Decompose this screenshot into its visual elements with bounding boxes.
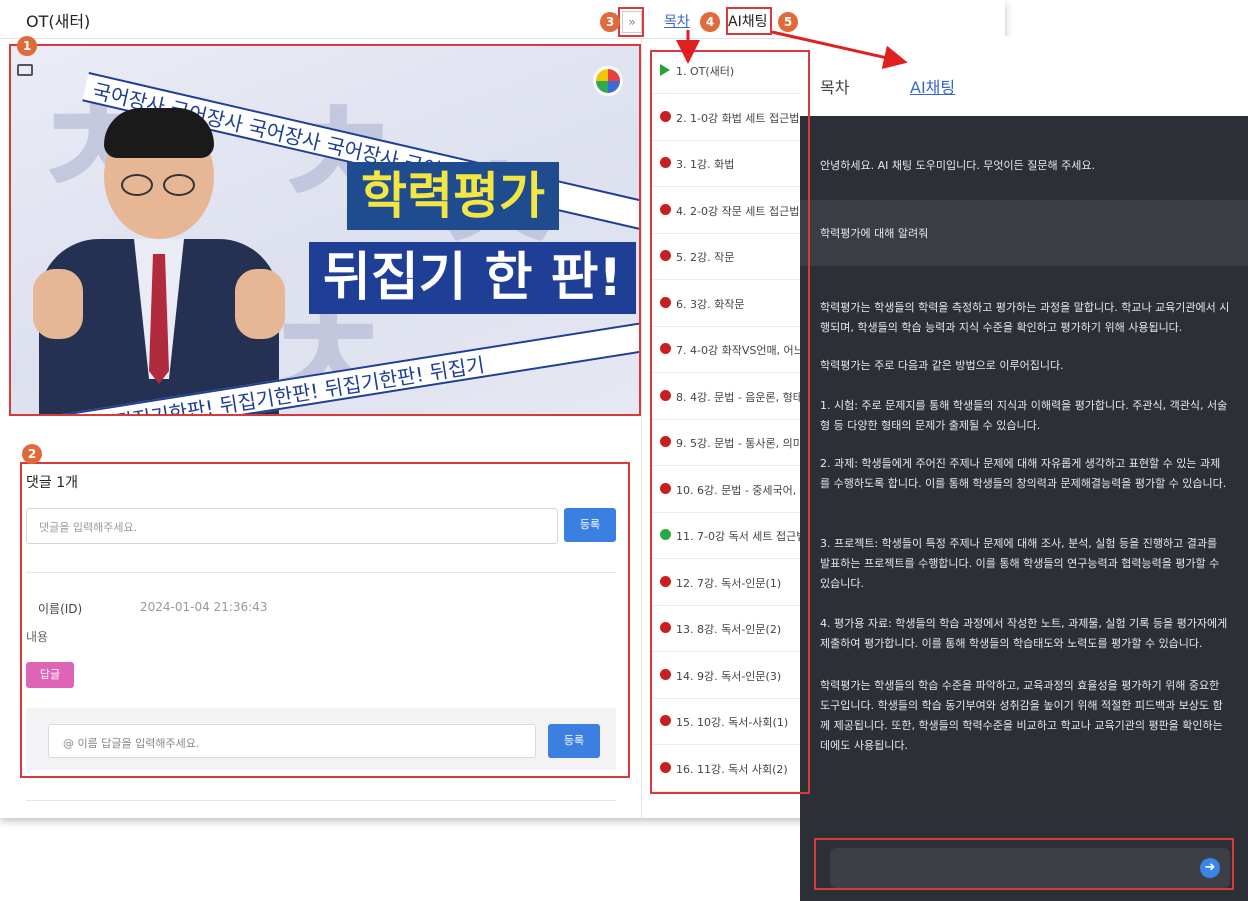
highlight-chat-input (814, 838, 1234, 890)
highlight-toc (650, 50, 810, 794)
badge-5: 5 (778, 12, 798, 32)
highlight-ai-tab (726, 7, 772, 35)
chat-question: 학력평가에 대해 알려줘 (820, 227, 929, 240)
chat-answer-p2: 학력평가는 주로 다음과 같은 방법으로 이루어집니다. (820, 359, 1064, 372)
chat-answer-p6: 4. 평가용 자료: 학생들의 학습 과정에서 작성한 노트, 과제물, 실험 … (820, 617, 1228, 650)
chat-panel-header: 목차 AI채팅 (800, 36, 1248, 116)
badge-1: 1 (17, 36, 37, 56)
chat-tab-toc[interactable]: 목차 (820, 74, 849, 98)
ai-chat-panel: 목차 AI채팅 안녕하세요. AI 채팅 도우미입니다. 무엇이든 질문해 주세… (800, 36, 1248, 901)
screenshot-stage: { "page": { "title": "OT(새터)", "toc_togg… (0, 0, 1248, 901)
chat-answer-p7: 학력평가는 학생들의 학습 수준을 파악하고, 교육과정의 효율성을 평가하기 … (820, 679, 1223, 752)
divider (26, 800, 616, 801)
chat-greeting: 안녕하세요. AI 채팅 도우미입니다. 무엇이든 질문해 주세요. (820, 159, 1095, 172)
chat-answer-p1: 학력평가는 학생들의 학력을 측정하고 평가하는 과정을 말합니다. 학교나 교… (820, 301, 1230, 334)
chat-answer-p4: 2. 과제: 학생들에게 주어진 주제나 문제에 대해 자유롭게 생각하고 표현… (820, 457, 1227, 490)
badge-3: 3 (600, 12, 620, 32)
tab-toc[interactable]: 목차 (664, 11, 690, 31)
toc-separator (641, 38, 642, 818)
chat-question-box: 학력평가에 대해 알려줘 (800, 200, 1248, 266)
chat-tab-ai[interactable]: AI채팅 (910, 74, 955, 98)
chat-answer-p3: 1. 시험: 주로 문제지를 통해 학생들의 지식과 이해력을 평가합니다. 주… (820, 399, 1228, 432)
page-title: OT(새터) (26, 12, 91, 31)
badge-2: 2 (22, 444, 42, 464)
highlight-video (9, 44, 641, 416)
highlight-toggle (618, 7, 644, 37)
chat-answer-p5: 3. 프로젝트: 학생들이 특정 주제나 문제에 대해 조사, 분석, 실험 등… (820, 537, 1220, 590)
highlight-comments (20, 462, 630, 778)
badge-4: 4 (700, 12, 720, 32)
